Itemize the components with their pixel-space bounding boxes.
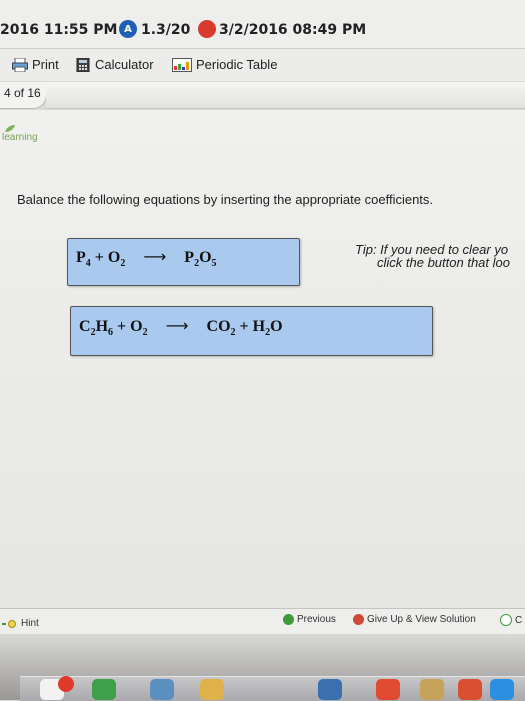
hint-bulb-icon (2, 619, 16, 628)
word-app-icon[interactable] (458, 679, 482, 700)
eq1-product-1: P2O5 (184, 249, 217, 270)
give-up-label: Give Up & View Solution (367, 614, 476, 625)
status-bar: 2016 11:55 PM A 1.3/20 3/2/2016 08:49 PM (0, 0, 525, 49)
periodic-table-button[interactable]: Periodic Table (172, 57, 277, 72)
page-indicator-text: 4 of 16 (4, 86, 41, 100)
eq2-product-2: H2O (252, 318, 283, 339)
header-strip (46, 82, 525, 109)
hint-button[interactable]: Hint (2, 618, 39, 629)
page-indicator: 4 of 16 (0, 82, 47, 109)
eq1-reactant-1: P4 (76, 249, 91, 270)
eq1-reactant-2: O2 (107, 249, 126, 270)
datetime-right: 3/2/2016 08:49 PM (219, 22, 367, 38)
reaction-arrow-icon: ⟶ (165, 316, 189, 335)
eq2-reactant-1: C2H6 (79, 318, 114, 339)
check-button[interactable]: C (500, 614, 522, 626)
contacts-icon[interactable] (420, 679, 444, 700)
calculator-icon (76, 57, 90, 72)
record-icon (198, 20, 216, 38)
print-label: Print (32, 57, 59, 72)
calculator-label: Calculator (95, 57, 154, 72)
previous-button[interactable]: Previous (283, 614, 336, 625)
tip-line-2: click the button that loo (377, 255, 510, 269)
facetime-icon[interactable] (92, 679, 116, 700)
app-store-icon: A (119, 20, 137, 38)
photo-app-icon[interactable] (150, 679, 174, 700)
previous-label: Previous (297, 614, 336, 625)
equation-box-1[interactable]: P4 + O2 ⟶ P2O5 (67, 238, 300, 286)
notes-app-icon[interactable] (200, 679, 224, 700)
plus-sign: + (117, 318, 131, 335)
previous-arrow-icon (283, 614, 294, 625)
eq2-product-1: CO2 (206, 318, 236, 339)
app-store-dock-icon[interactable] (490, 679, 514, 700)
instruction-text: Balance the following equations by inser… (17, 192, 434, 207)
toolbar: Print Calculator Periodic Table (0, 49, 525, 81)
notification-badge-icon (58, 676, 74, 692)
check-label: C (515, 614, 523, 626)
equation-box-2[interactable]: C2H6 + O2 ⟶ CO2 + H2O (70, 306, 433, 356)
eq2-reactant-2: O2 (130, 318, 148, 339)
brand-logo: learning (2, 132, 38, 143)
give-up-button[interactable]: Give Up & View Solution (353, 614, 476, 625)
action-bar: Hint Previous Give Up & View Solution C (0, 608, 525, 635)
display-app-icon[interactable] (318, 679, 342, 700)
equation-1: P4 + O2 ⟶ P2O5 (76, 247, 217, 269)
powerpoint-icon[interactable] (376, 679, 400, 700)
printer-icon (12, 57, 28, 72)
equation-2: C2H6 + O2 ⟶ CO2 + H2O (79, 316, 283, 338)
calculator-button[interactable]: Calculator (75, 57, 154, 72)
logo-text: learning (2, 132, 38, 143)
tip-text: Tip: If you need to clear yo click the b… (355, 243, 525, 269)
reaction-arrow-icon: ⟶ (143, 247, 167, 266)
print-button[interactable]: Print (12, 57, 59, 72)
periodic-table-icon (172, 57, 192, 72)
version-text: 1.3/20 (141, 22, 191, 38)
check-icon (500, 614, 512, 626)
datetime-left: 2016 11:55 PM (0, 22, 118, 38)
give-up-x-icon (353, 614, 364, 625)
plus-sign: + (239, 318, 253, 335)
question-content (0, 110, 525, 610)
periodic-table-label: Periodic Table (196, 57, 278, 72)
hint-label: Hint (21, 618, 39, 629)
plus-sign: + (94, 249, 108, 266)
